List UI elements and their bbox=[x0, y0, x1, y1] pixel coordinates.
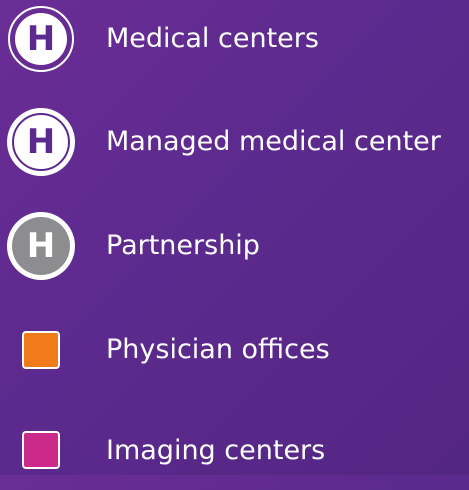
legend-label-partnership: Partnership bbox=[106, 230, 260, 261]
hospital-outline-icon: H bbox=[8, 6, 74, 72]
legend-item-medical-centers: H Medical centers bbox=[0, 4, 469, 74]
legend-item-imaging-centers: Imaging centers bbox=[0, 420, 469, 490]
map-legend: H Medical centers H Managed medical cent… bbox=[0, 0, 469, 475]
legend-item-managed-medical-center: H Managed medical center bbox=[0, 108, 469, 178]
legend-label-imaging-centers: Imaging centers bbox=[106, 435, 326, 466]
legend-item-physician-offices: Physician offices bbox=[0, 320, 469, 390]
orange-square-icon bbox=[22, 331, 60, 369]
hospital-grey-icon: H bbox=[7, 212, 75, 280]
legend-label-physician-offices: Physician offices bbox=[106, 334, 330, 365]
hospital-solid-icon: H bbox=[7, 108, 75, 176]
legend-label-managed-medical-center: Managed medical center bbox=[106, 126, 441, 157]
magenta-square-icon bbox=[22, 431, 60, 469]
legend-label-medical-centers: Medical centers bbox=[106, 23, 319, 54]
legend-item-partnership: H Partnership bbox=[0, 212, 469, 282]
